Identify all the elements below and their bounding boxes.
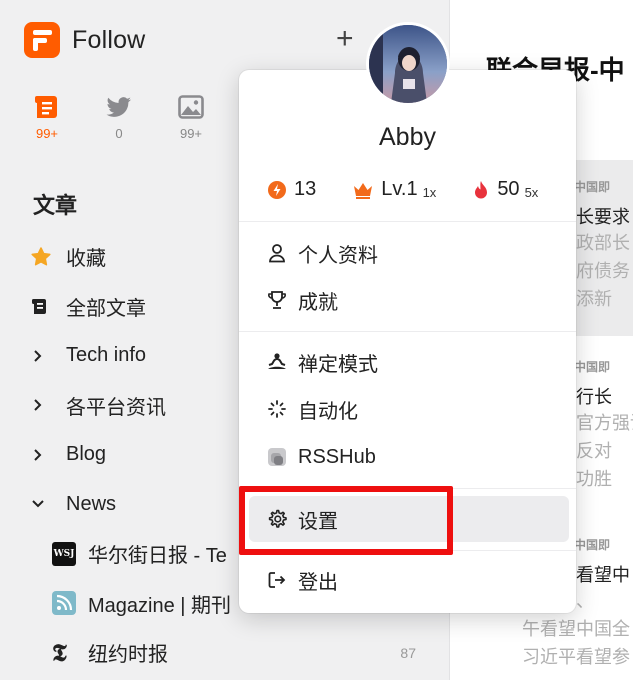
menu-item-label: 成就 (298, 291, 338, 314)
article-desc: 习近平看望参 (522, 647, 630, 667)
sidebar-item-label: News (66, 492, 117, 515)
twitter-icon (106, 97, 131, 117)
view-tab-social[interactable]: 0 (102, 92, 136, 141)
power-icon (268, 180, 286, 199)
menu-item-automation[interactable]: 自动化 (249, 386, 569, 432)
picture-icon (178, 95, 204, 119)
stat-streak: 50 5x (472, 178, 538, 201)
trophy-icon (268, 291, 286, 309)
stat-value: Lv.1 (381, 178, 418, 200)
unread-count: 87 (400, 644, 416, 661)
sidebar-item-label: Magazine | 期刊 (88, 594, 232, 617)
nyt-icon: 𝕿 (52, 637, 67, 667)
sidebar-item-label: 全部文章 (66, 297, 146, 320)
meditation-icon (268, 353, 286, 369)
stat-power: 13 (267, 178, 316, 201)
menu-item-logout[interactable]: 登出 (249, 557, 569, 603)
view-count: 99+ (35, 126, 59, 141)
app-name: Follow (72, 25, 146, 54)
chevron-down-icon (32, 500, 44, 508)
stat-multiplier: 1x (422, 184, 437, 200)
view-count: 99+ (179, 126, 203, 141)
stat-multiplier: 5x (524, 184, 539, 200)
follow-logo-icon (24, 22, 60, 58)
chevron-right-icon (34, 350, 42, 362)
logout-icon (268, 572, 286, 588)
avatar-image-icon (369, 25, 447, 103)
article-desc: 午看望中国全 (522, 619, 630, 639)
user-stats: 13 Lv.1 1x 50 5x (267, 178, 557, 201)
stat-value: 13 (294, 178, 317, 200)
add-icon[interactable]: + (336, 24, 354, 54)
user-name: Abby (379, 123, 436, 151)
menu-item-label: 禅定模式 (298, 353, 378, 376)
sidebar-item-label: 华尔街日报 - Te (88, 545, 227, 568)
section-title: 文章 (33, 193, 78, 218)
user-icon (269, 244, 285, 263)
flame-icon (475, 180, 488, 198)
menu-divider (239, 331, 576, 332)
star-icon (31, 247, 51, 266)
rss-icon (52, 591, 76, 616)
brand[interactable]: Follow (24, 22, 145, 58)
view-tab-articles[interactable]: 99+ (30, 92, 64, 141)
crown-icon (354, 182, 373, 199)
menu-item-zen-mode[interactable]: 禅定模式 (249, 339, 569, 385)
view-tab-pictures[interactable]: 99+ (174, 92, 208, 141)
menu-divider (239, 221, 576, 222)
menu-item-label: 登出 (298, 571, 338, 594)
sidebar-item-label: Tech info (66, 344, 147, 367)
avatar[interactable] (366, 22, 450, 106)
magic-icon (268, 400, 286, 418)
stat-value: 50 (497, 178, 520, 200)
highlight-box (239, 486, 453, 555)
menu-item-achievements[interactable]: 成就 (249, 277, 569, 323)
view-tabs: 99+ 0 99+ (30, 92, 208, 141)
scroll-icon (32, 299, 46, 315)
sidebar-item-label: 收藏 (66, 248, 106, 271)
stat-level: Lv.1 1x (352, 178, 436, 201)
sidebar-item-label: 纽约时报 (88, 644, 168, 667)
chevron-right-icon (34, 449, 42, 461)
menu-item-profile[interactable]: 个人资料 (249, 230, 569, 276)
wsj-icon: WSJ (52, 541, 76, 566)
menu-item-label: 自动化 (298, 400, 358, 423)
chevron-right-icon (34, 399, 42, 411)
menu-item-label: RSSHub (298, 445, 376, 468)
sidebar-item-label: 各平台资讯 (66, 396, 166, 419)
menu-item-rsshub[interactable]: RSSHub (249, 434, 569, 480)
rsshub-icon (268, 448, 286, 466)
menu-item-label: 个人资料 (298, 244, 378, 267)
view-count: 0 (115, 126, 123, 141)
sidebar-item-label: Blog (66, 443, 107, 466)
sidebar-feed-nyt[interactable]: 𝕿 纽约时报 87 (30, 628, 430, 678)
article-icon (35, 96, 57, 118)
